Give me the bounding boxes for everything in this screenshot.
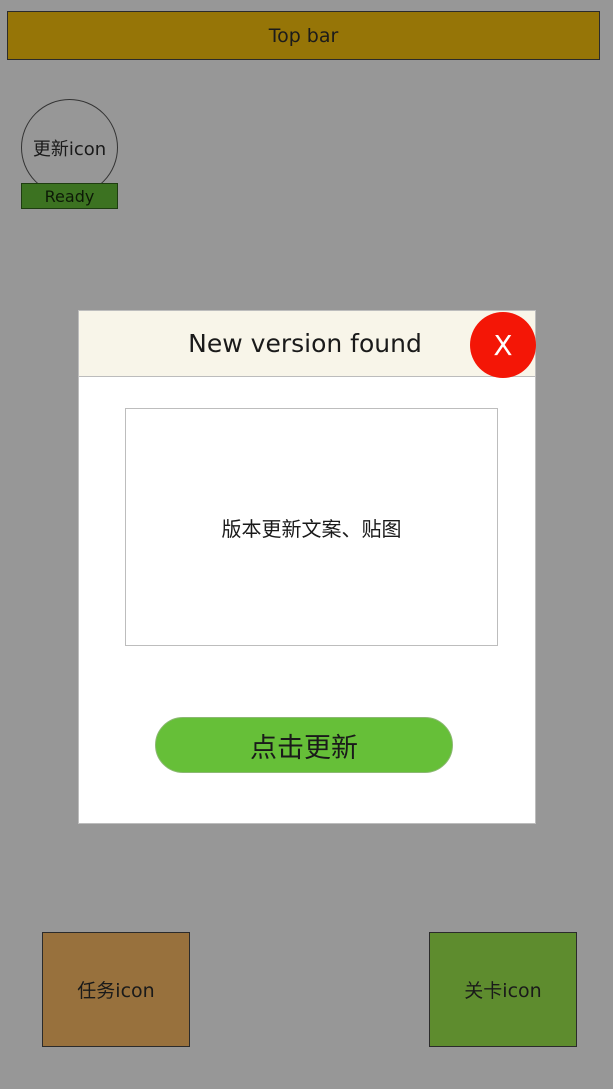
task-icon[interactable]: 任务icon	[42, 932, 190, 1047]
update-content-box: 版本更新文案、贴图	[125, 408, 498, 646]
update-icon-label: 更新icon	[32, 138, 107, 160]
close-button[interactable]: X	[470, 312, 536, 378]
dialog-title: New version found	[188, 329, 422, 358]
close-icon: X	[493, 328, 513, 362]
dialog-header: New version found	[79, 311, 535, 377]
update-content-text: 版本更新文案、贴图	[221, 516, 402, 541]
level-icon[interactable]: 关卡icon	[429, 932, 577, 1047]
status-badge: Ready	[21, 183, 118, 209]
top-bar-label: Top bar	[268, 24, 339, 47]
update-button[interactable]: 点击更新	[155, 717, 453, 773]
top-bar: Top bar	[7, 11, 600, 60]
task-icon-label: 任务icon	[77, 980, 155, 1002]
status-badge-label: Ready	[44, 186, 95, 206]
level-icon-label: 关卡icon	[464, 980, 542, 1002]
update-icon[interactable]: 更新icon	[21, 99, 118, 196]
update-dialog: New version found X 版本更新文案、贴图 点击更新	[78, 310, 536, 824]
update-button-label: 点击更新	[250, 732, 358, 764]
